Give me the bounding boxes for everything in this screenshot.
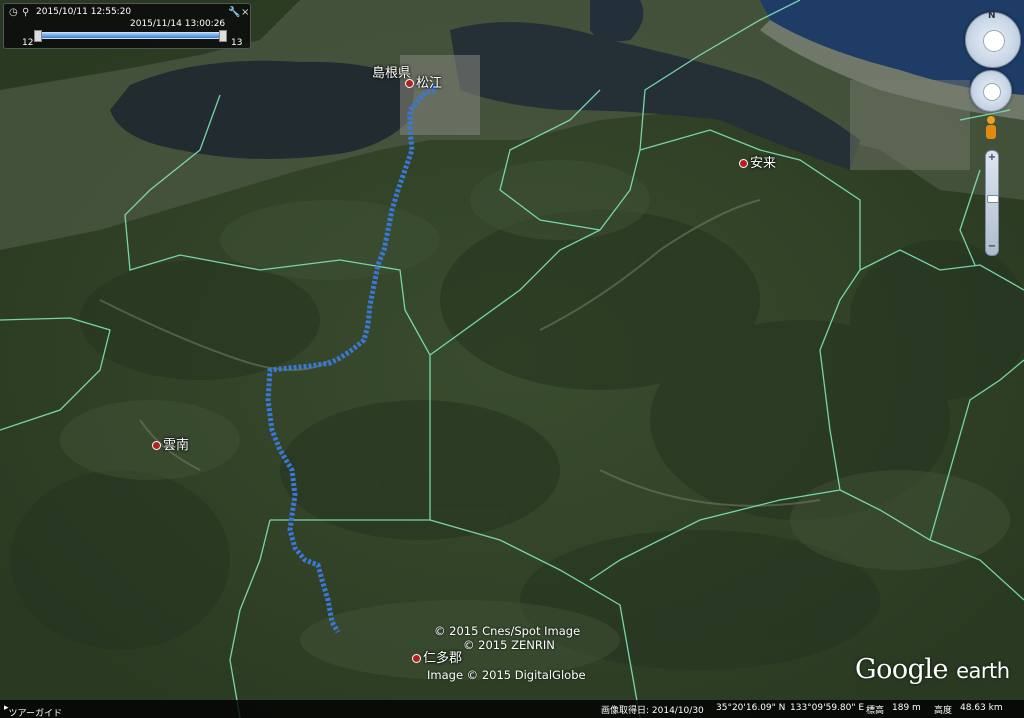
longitude: 133°09'59.80" E — [790, 703, 865, 713]
time-slider[interactable]: ◷ ⚲ 🔧 × 2015/10/11 12:55:20 2015/11/14 1… — [3, 3, 251, 49]
time-range-track[interactable] — [38, 32, 226, 39]
zoom-in-button[interactable]: + — [986, 152, 998, 164]
range-right-label: 13 — [231, 38, 243, 48]
time-end-handle[interactable] — [219, 30, 227, 42]
credit-zenrin: © 2015 ZENRIN — [463, 638, 555, 652]
eye-altitude-value: 48.63 km — [960, 703, 1003, 713]
pan-icon[interactable] — [983, 83, 1001, 101]
zoom-out-button[interactable]: − — [986, 241, 998, 253]
time-start-handle[interactable] — [34, 30, 42, 42]
placemark-icon — [739, 159, 748, 168]
eye-altitude-label: 高度 — [934, 706, 953, 716]
place-nita[interactable]: 仁多郡 — [412, 647, 462, 666]
satellite-terrain — [0, 0, 1024, 718]
time-start: 2015/10/11 12:55:20 — [36, 7, 132, 17]
placemark-icon — [405, 79, 414, 88]
tour-guide-label: ツアーガイド — [8, 709, 62, 718]
latitude: 35°20'16.09" N — [716, 703, 786, 713]
elevation-value: 189 m — [892, 703, 921, 713]
north-indicator[interactable]: N — [988, 11, 996, 21]
placemark-icon — [412, 654, 421, 663]
range-left-label: 12 — [22, 38, 34, 48]
image-date: 画像取得日: 2014/10/30 — [601, 706, 704, 716]
tour-guide-toggle[interactable]: ▸ ツアーガイド — [4, 703, 62, 718]
place-yasugi[interactable]: 安来 — [739, 152, 776, 171]
elevation-label: 標高 — [866, 706, 885, 716]
zoom-slider[interactable]: + − — [985, 150, 999, 256]
placemark-icon — [152, 441, 161, 450]
zoom-handle[interactable] — [987, 195, 999, 203]
map-view[interactable]: 島根県 松江 安来 雲南 仁多郡 © 2015 Cnes/Spot Image … — [0, 0, 1024, 718]
zoom-time-icon[interactable]: ⚲ — [22, 7, 29, 18]
clock-icon[interactable]: ◷ — [9, 7, 18, 18]
place-unnan-text: 雲南 — [163, 438, 190, 453]
street-view-pegman-icon[interactable] — [985, 116, 997, 140]
status-bar: ▸ ツアーガイド 画像取得日: 2014/10/30 35°20'16.09" … — [0, 700, 1024, 718]
look-around-control[interactable]: N — [965, 11, 1021, 68]
place-yasugi-text: 安来 — [750, 156, 777, 171]
time-end: 2015/11/14 13:00:26 — [130, 19, 226, 29]
move-control[interactable] — [970, 70, 1012, 112]
place-nita-text: 仁多郡 — [423, 651, 463, 666]
eye-icon[interactable] — [983, 30, 1005, 52]
google-earth-logo: Google earth — [855, 654, 1010, 685]
place-unnan[interactable]: 雲南 — [152, 434, 189, 453]
credit-cnes: © 2015 Cnes/Spot Image — [434, 624, 581, 638]
credit-digitalglobe: Image © 2015 DigitalGlobe — [427, 668, 586, 682]
settings-wrench-icon[interactable]: 🔧 — [228, 7, 240, 18]
close-icon[interactable]: × — [241, 7, 249, 18]
place-matsue-text: 松江 — [416, 76, 443, 91]
place-matsue[interactable]: 松江 — [405, 72, 442, 91]
